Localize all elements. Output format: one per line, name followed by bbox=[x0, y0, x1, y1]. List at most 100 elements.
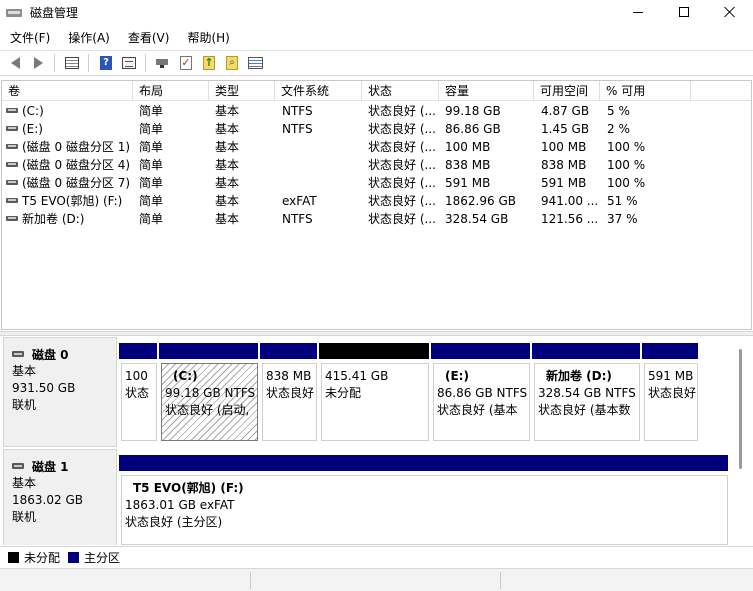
disk-1-header[interactable]: 磁盘 1 基本 1863.02 GB 联机 bbox=[3, 449, 117, 545]
close-button[interactable] bbox=[707, 0, 753, 24]
status-bar bbox=[0, 568, 753, 591]
col-header-capacity[interactable]: 容量 bbox=[439, 81, 534, 101]
cell-type: 基本 bbox=[215, 140, 240, 154]
cell-capacity: 86.86 GB bbox=[445, 122, 501, 136]
status-separator bbox=[250, 572, 251, 589]
list-view-button[interactable] bbox=[61, 52, 83, 74]
cell-volume: 新加卷 (D:) bbox=[22, 212, 85, 226]
partition-block[interactable]: (C:) 99.18 GB NTFS 状态良好 (启动, bbox=[159, 343, 260, 443]
table-row[interactable]: T5 EVO(郭旭) (F:) 简单 基本 exFAT 状态良好 (... 1862.96… bbox=[2, 192, 751, 210]
vertical-scrollbar[interactable] bbox=[735, 347, 747, 537]
menu-view[interactable]: 查看(V) bbox=[119, 28, 179, 48]
cell-filesystem: NTFS bbox=[282, 122, 313, 136]
cell-free-space: 1.45 GB bbox=[541, 122, 590, 136]
disk-0-header[interactable]: 磁盘 0 基本 931.50 GB 联机 bbox=[3, 337, 117, 447]
properties-button[interactable] bbox=[118, 52, 140, 74]
partition-block[interactable]: 591 MB 状态良好 bbox=[642, 343, 700, 443]
search-folder-button[interactable]: ⌕ bbox=[221, 52, 243, 74]
disk-status: 联机 bbox=[12, 398, 37, 412]
menu-bar: 文件(F) 操作(A) 查看(V) 帮助(H) bbox=[0, 27, 239, 49]
connect-button[interactable] bbox=[152, 52, 174, 74]
cell-capacity: 328.54 GB bbox=[445, 212, 509, 226]
partition-block[interactable]: 838 MB 状态良好 bbox=[260, 343, 319, 443]
connect-icon bbox=[156, 57, 170, 69]
close-icon bbox=[724, 6, 736, 18]
disk-size: 1863.02 GB bbox=[12, 493, 83, 507]
disk-type: 基本 bbox=[12, 364, 37, 378]
col-header-percent-free[interactable]: % 可用 bbox=[600, 81, 691, 101]
help-button[interactable]: ? bbox=[95, 52, 117, 74]
cell-status: 状态良好 (... bbox=[368, 122, 436, 136]
volume-icon bbox=[6, 108, 18, 113]
partition-details: 415.41 GB 未分配 bbox=[321, 363, 429, 441]
disk-graphical-view: 磁盘 0 基本 931.50 GB 联机 100 状态 (C:) 99.18 GB N… bbox=[1, 337, 752, 545]
disk-icon bbox=[12, 351, 24, 357]
cell-free-space: 100 MB bbox=[541, 140, 587, 154]
menu-action[interactable]: 操作(A) bbox=[59, 28, 119, 48]
up-folder-button[interactable]: ↑ bbox=[198, 52, 220, 74]
table-row[interactable]: 新加卷 (D:) 简单 基本 NTFS 状态良好 (... 328.54 GB 121.56… bbox=[2, 210, 751, 228]
disk-icon bbox=[12, 463, 24, 469]
partition-block[interactable]: T5 EVO(郭旭) (F:) 1863.01 GB exFAT 状态良好 (主分区… bbox=[119, 455, 730, 545]
partition-block[interactable]: 新加卷 (D:) 328.54 GB NTFS 状态良好 (基本数 bbox=[532, 343, 642, 443]
partition-info: 415.41 GB bbox=[325, 369, 389, 383]
partition-block[interactable]: 100 状态 bbox=[119, 343, 159, 443]
partition-details: T5 EVO(郭旭) (F:) 1863.01 GB exFAT 状态良好 (主分区… bbox=[121, 475, 728, 545]
col-header-free-space[interactable]: 可用空间 bbox=[534, 81, 600, 101]
forward-button[interactable] bbox=[27, 52, 49, 74]
partition-block[interactable]: 415.41 GB 未分配 bbox=[319, 343, 431, 443]
col-header-filesystem[interactable]: 文件系统 bbox=[275, 81, 362, 101]
cell-volume: (磁盘 0 磁盘分区 4) bbox=[22, 158, 131, 172]
menu-file[interactable]: 文件(F) bbox=[0, 28, 59, 48]
volume-icon bbox=[6, 180, 18, 185]
partition-block[interactable]: (E:) 86.86 GB NTFS 状态良好 (基本 bbox=[431, 343, 532, 443]
cell-status: 状态良好 (... bbox=[368, 194, 436, 208]
legend: 未分配 主分区 bbox=[0, 546, 753, 568]
col-header-status[interactable]: 状态 bbox=[362, 81, 439, 101]
cell-volume: (C:) bbox=[22, 104, 44, 118]
cell-filesystem: NTFS bbox=[282, 104, 313, 118]
table-row[interactable]: (E:) 简单 基本 NTFS 状态良好 (... 86.86 GB 1.45 GB 2 % bbox=[2, 120, 751, 138]
cell-percent-free: 100 % bbox=[607, 176, 646, 190]
cell-filesystem bbox=[282, 174, 362, 192]
cell-type: 基本 bbox=[215, 176, 240, 190]
col-header-volume[interactable]: 卷 bbox=[2, 81, 133, 101]
maximize-button[interactable] bbox=[661, 0, 707, 24]
col-header-layout[interactable]: 布局 bbox=[133, 81, 209, 101]
back-button[interactable] bbox=[4, 52, 26, 74]
detail-list-button[interactable] bbox=[244, 52, 266, 74]
search-folder-icon: ⌕ bbox=[226, 56, 238, 70]
cell-type: 基本 bbox=[215, 158, 240, 172]
cell-type: 基本 bbox=[215, 194, 240, 208]
disk-size: 931.50 GB bbox=[12, 381, 76, 395]
scrollbar-thumb[interactable] bbox=[739, 349, 742, 469]
cell-status: 状态良好 (... bbox=[368, 158, 436, 172]
cell-percent-free: 100 % bbox=[607, 140, 646, 154]
up-folder-icon: ↑ bbox=[203, 56, 215, 70]
legend-swatch-unallocated bbox=[8, 552, 19, 563]
volume-icon bbox=[6, 162, 18, 167]
partition-info: 99.18 GB NTFS bbox=[165, 386, 256, 400]
cell-layout: 简单 bbox=[139, 212, 164, 226]
cell-percent-free: 5 % bbox=[607, 104, 630, 118]
minimize-button[interactable] bbox=[615, 0, 661, 24]
partition-label: 新加卷 (D:) bbox=[546, 369, 612, 383]
menu-help[interactable]: 帮助(H) bbox=[178, 28, 238, 48]
table-row[interactable]: (磁盘 0 磁盘分区 7) 简单 基本 状态良好 (... 591 MB 591 MB 10… bbox=[2, 174, 751, 192]
cell-status: 状态良好 (... bbox=[368, 212, 436, 226]
status-separator bbox=[500, 572, 501, 589]
col-header-type[interactable]: 类型 bbox=[209, 81, 275, 101]
pane-splitter[interactable] bbox=[0, 331, 753, 336]
disk-management-icon bbox=[6, 5, 22, 19]
table-row[interactable]: (磁盘 0 磁盘分区 1) 简单 基本 状态良好 (... 100 MB 100 MB 10… bbox=[2, 138, 751, 156]
primary-partition-bar bbox=[642, 343, 700, 359]
cell-status: 状态良好 (... bbox=[368, 176, 436, 190]
back-icon bbox=[10, 57, 20, 69]
check-button[interactable]: ✓ bbox=[175, 52, 197, 74]
table-row[interactable]: (磁盘 0 磁盘分区 4) 简单 基本 状态良好 (... 838 MB 838 MB 10… bbox=[2, 156, 751, 174]
detail-list-icon bbox=[247, 57, 263, 69]
disk-type: 基本 bbox=[12, 476, 37, 490]
cell-type: 基本 bbox=[215, 212, 240, 226]
cell-filesystem: NTFS bbox=[282, 212, 313, 226]
table-row[interactable]: (C:) 简单 基本 NTFS 状态良好 (... 99.18 GB 4.87 GB 5 % bbox=[2, 102, 751, 120]
